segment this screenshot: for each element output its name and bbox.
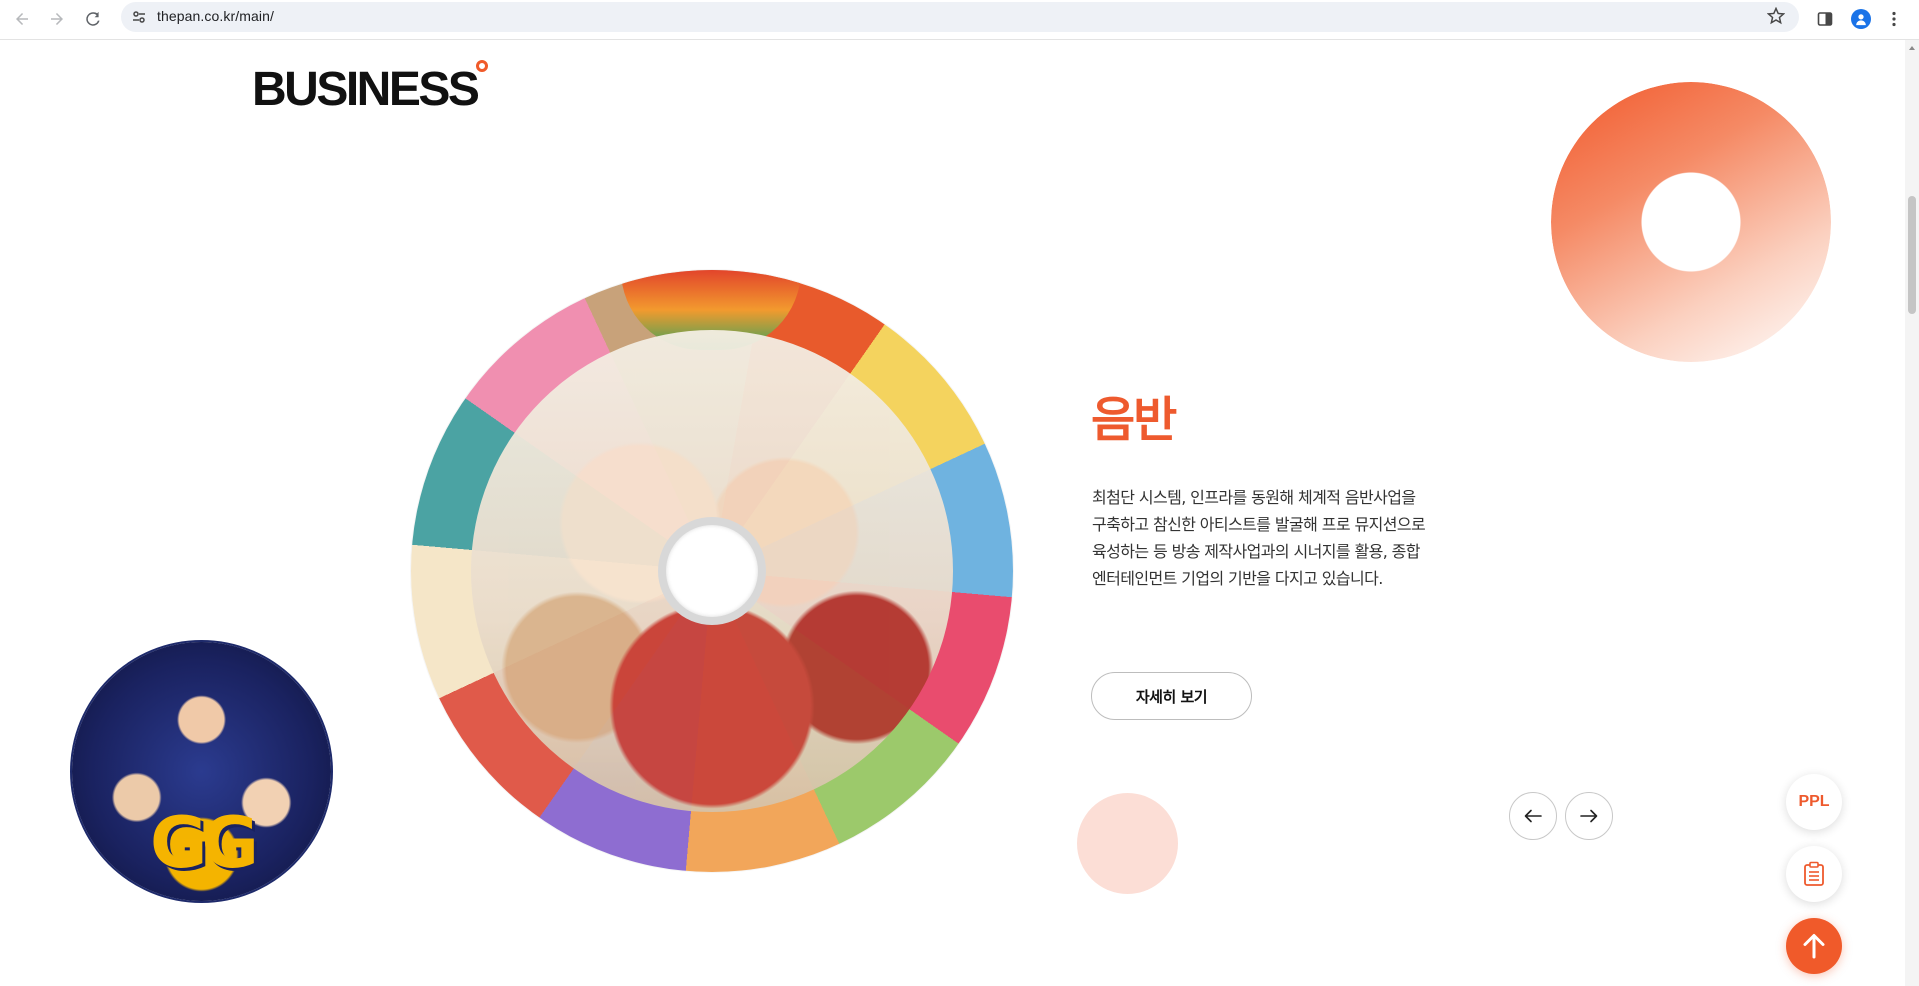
album-disc-image bbox=[411, 270, 1013, 872]
category-description: 최첨단 시스템, 인프라를 동원해 체계적 음반사업을 구축하고 참신한 아티스… bbox=[1092, 488, 1426, 588]
avatar bbox=[1851, 9, 1871, 29]
title-dot bbox=[476, 60, 488, 72]
decorative-pink-circle bbox=[1077, 793, 1178, 894]
profile-button[interactable] bbox=[1846, 4, 1876, 34]
side-album-artwork[interactable]: GG bbox=[72, 602, 331, 901]
person-icon bbox=[1856, 14, 1866, 26]
arrow-up-icon bbox=[1803, 934, 1825, 959]
slider-prev-button[interactable] bbox=[1509, 792, 1557, 840]
arrow-left-icon bbox=[16, 13, 28, 25]
reload-icon bbox=[86, 11, 100, 26]
document-button[interactable] bbox=[1786, 846, 1842, 902]
arrow-right-icon bbox=[51, 13, 63, 25]
arrow-right-icon bbox=[1580, 809, 1598, 823]
language-switch[interactable]: KOR bbox=[1673, 65, 1724, 81]
page-viewport: BUSINESS KOR GG 음반 최첨단 시스템, 인프라를 동원해 체계적… bbox=[0, 40, 1905, 986]
bookmark-button[interactable] bbox=[1766, 6, 1787, 27]
arrow-left-icon bbox=[1524, 809, 1542, 823]
browser-toolbar: thepan.co.kr/main/ bbox=[0, 0, 1919, 40]
star-icon bbox=[1766, 6, 1786, 25]
side-panel-button[interactable] bbox=[1810, 4, 1840, 34]
section-title: BUSINESS bbox=[252, 63, 480, 116]
url-text[interactable]: thepan.co.kr/main/ bbox=[157, 8, 274, 24]
view-details-button[interactable]: 자세히 보기 bbox=[1091, 672, 1252, 720]
forward-button[interactable] bbox=[42, 4, 72, 34]
decorative-donut bbox=[1551, 82, 1831, 362]
address-bar[interactable]: thepan.co.kr/main/ bbox=[121, 2, 1799, 32]
back-button[interactable] bbox=[7, 4, 37, 34]
ppl-button[interactable]: PPL bbox=[1786, 774, 1842, 830]
reload-button[interactable] bbox=[78, 4, 108, 34]
side-album-logo: GG bbox=[150, 802, 259, 884]
language-label: KOR bbox=[1693, 65, 1725, 81]
slider-next-button[interactable] bbox=[1565, 792, 1613, 840]
category-title: 음반 bbox=[1091, 392, 1177, 448]
tune-icon bbox=[133, 11, 145, 23]
scrollbar-thumb[interactable] bbox=[1908, 196, 1916, 314]
site-info-button[interactable] bbox=[129, 7, 149, 27]
clipboard-icon bbox=[1804, 861, 1824, 886]
kebab-menu-icon bbox=[1892, 11, 1896, 27]
globe-icon bbox=[1673, 65, 1689, 81]
browser-menu-button[interactable] bbox=[1882, 4, 1906, 34]
scroll-up-arrow[interactable] bbox=[1909, 46, 1915, 50]
page-scrollbar[interactable] bbox=[1905, 40, 1919, 986]
disc-center-hole bbox=[666, 525, 758, 617]
side-panel-icon bbox=[1817, 12, 1833, 26]
site-menu-button[interactable] bbox=[1752, 66, 1782, 96]
scroll-top-button[interactable] bbox=[1786, 918, 1842, 974]
